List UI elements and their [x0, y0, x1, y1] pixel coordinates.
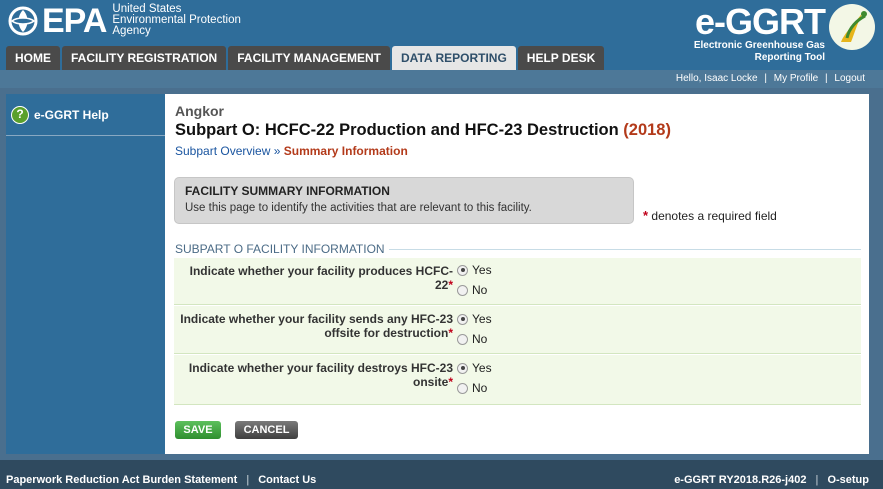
radio-button[interactable]	[457, 382, 468, 394]
tab-help-desk[interactable]: HELP DESK	[517, 46, 605, 70]
version-label: e-GGRT RY2018.R26-j402	[674, 474, 807, 486]
page-title-text: Subpart O: HCFC-22 Production and HFC-23…	[175, 121, 619, 139]
radio-label: Yes	[472, 312, 492, 326]
question-row-sends-hfc23-offsite: Indicate whether your facility sends any…	[174, 306, 861, 354]
paperwork-link[interactable]: Paperwork Reduction Act Burden Statement	[6, 474, 237, 486]
epa-wordmark: EPA	[42, 1, 107, 40]
radio-button[interactable]	[457, 333, 468, 345]
required-note-text: denotes a required field	[651, 209, 777, 223]
app-title: e-GGRT	[694, 1, 826, 42]
radio-option-no[interactable]: No	[457, 329, 492, 349]
footer-right: e-GGRT RY2018.R26-j402 | O-setup	[674, 460, 869, 489]
page-title: Subpart O: HCFC-22 Production and HFC-23…	[175, 121, 671, 140]
radio-group: Yes No	[457, 260, 492, 300]
sidebar-item-label: e-GGRT Help	[34, 107, 109, 122]
radio-option-yes[interactable]: Yes	[457, 260, 492, 280]
summary-description: Use this page to identify the activities…	[185, 202, 532, 214]
site-footer: Paperwork Reduction Act Burden Statement…	[0, 460, 883, 489]
eggrt-brand: e-GGRT Electronic Greenhouse Gas Reporti…	[693, 1, 826, 64]
facility-name: Angkor	[175, 103, 224, 119]
radio-button[interactable]	[457, 264, 468, 276]
agency-name: United States Environmental Protection A…	[112, 3, 240, 37]
user-greeting: Hello, Isaac Locke	[675, 73, 758, 84]
question-label: Indicate whether your facility destroys …	[173, 361, 453, 389]
sidebar: ? e-GGRT Help	[6, 94, 165, 454]
radio-option-yes[interactable]: Yes	[457, 309, 492, 329]
breadcrumb-separator: »	[273, 144, 281, 158]
site-header: EPA United States Environmental Protecti…	[0, 0, 883, 70]
question-text: Indicate whether your facility produces …	[189, 264, 453, 292]
question-row-produces-hcfc22: Indicate whether your facility produces …	[174, 258, 861, 305]
cancel-button[interactable]: CANCEL	[235, 421, 298, 439]
epa-logo[interactable]: EPA United States Environmental Protecti…	[6, 1, 241, 40]
radio-label: No	[472, 381, 488, 395]
epa-flower-icon	[8, 6, 38, 35]
sidebar-item-help[interactable]: ? e-GGRT Help	[6, 94, 165, 136]
radio-option-no[interactable]: No	[457, 280, 492, 300]
radio-button[interactable]	[457, 362, 468, 374]
required-star: *	[448, 278, 453, 292]
contact-us-link[interactable]: Contact Us	[258, 474, 316, 486]
radio-label: Yes	[472, 263, 492, 277]
radio-option-no[interactable]: No	[457, 378, 492, 398]
breadcrumb-current: Summary Information	[283, 144, 408, 158]
main-nav-tabs: HOME FACILITY REGISTRATION FACILITY MANA…	[6, 46, 606, 70]
tab-facility-management[interactable]: FACILITY MANAGEMENT	[228, 46, 391, 70]
reporting-year: (2018)	[623, 121, 671, 139]
save-button[interactable]: SAVE	[175, 421, 221, 439]
question-text: Indicate whether your facility destroys …	[188, 361, 453, 389]
app-subtitle-2: Reporting Tool	[754, 52, 825, 63]
summary-heading: FACILITY SUMMARY INFORMATION	[185, 184, 390, 198]
form-code: O-setup	[827, 474, 869, 486]
tab-data-reporting[interactable]: DATA REPORTING	[392, 46, 516, 70]
separator: |	[764, 73, 767, 84]
separator: |	[815, 474, 819, 486]
question-row-destroys-hfc23-onsite: Indicate whether your facility destroys …	[174, 355, 861, 405]
agency-line-3: Agency	[112, 25, 151, 37]
radio-label: No	[472, 332, 488, 346]
radio-group: Yes No	[457, 309, 492, 349]
section-legend: SUBPART O FACILITY INFORMATION	[175, 242, 389, 256]
my-profile-link[interactable]: My Profile	[774, 73, 818, 84]
main-content: Angkor Subpart O: HCFC-22 Production and…	[165, 94, 869, 454]
required-star: *	[643, 208, 649, 223]
breadcrumb: Subpart Overview » Summary Information	[175, 144, 408, 158]
radio-group: Yes No	[457, 358, 492, 398]
breadcrumb-subpart-overview[interactable]: Subpart Overview	[175, 144, 270, 158]
question-text: Indicate whether your facility sends any…	[180, 312, 453, 340]
egret-logo-icon	[829, 4, 875, 50]
radio-button[interactable]	[457, 313, 468, 325]
radio-label: Yes	[472, 361, 492, 375]
facility-summary-box: FACILITY SUMMARY INFORMATION Use this pa…	[174, 177, 634, 224]
question-label: Indicate whether your facility sends any…	[173, 312, 453, 340]
radio-label: No	[472, 283, 488, 297]
question-label: Indicate whether your facility produces …	[173, 264, 453, 292]
separator: |	[825, 73, 828, 84]
app-subtitle-1: Electronic Greenhouse Gas	[693, 40, 825, 51]
question-circle-icon: ?	[11, 105, 29, 124]
user-bar: Hello, Isaac Locke | My Profile | Logout	[0, 70, 883, 88]
required-star: *	[448, 375, 453, 389]
footer-left: Paperwork Reduction Act Burden Statement…	[6, 460, 316, 489]
logout-link[interactable]: Logout	[834, 73, 865, 84]
separator: |	[246, 474, 250, 486]
tab-home[interactable]: HOME	[6, 46, 60, 70]
tab-facility-registration[interactable]: FACILITY REGISTRATION	[62, 46, 227, 70]
radio-option-yes[interactable]: Yes	[457, 358, 492, 378]
required-star: *	[448, 326, 453, 340]
required-field-note: * denotes a required field	[643, 208, 777, 223]
radio-button[interactable]	[457, 284, 468, 296]
